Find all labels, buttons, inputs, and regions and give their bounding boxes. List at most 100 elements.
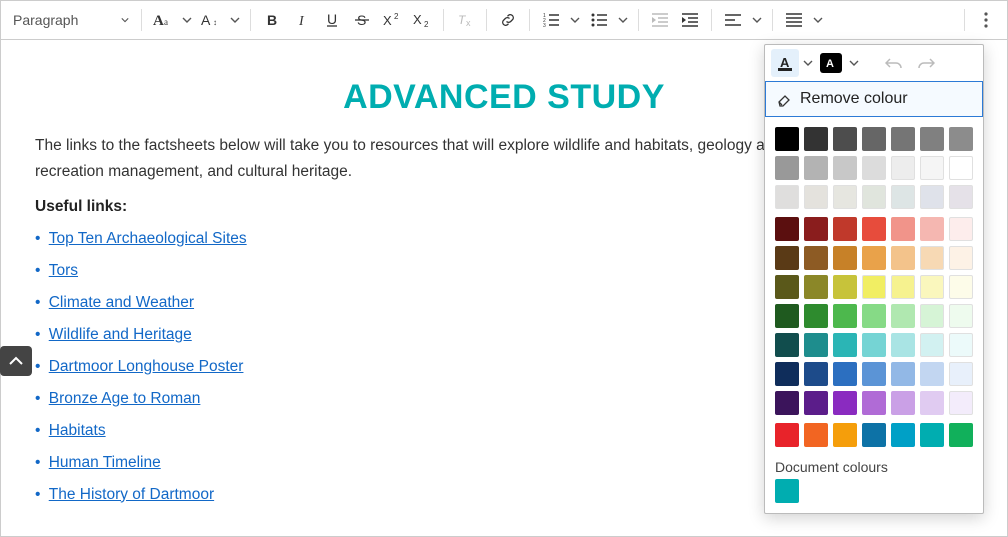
colour-swatch[interactable] (862, 127, 886, 151)
underline-button[interactable]: U (317, 6, 347, 34)
colour-swatch[interactable] (804, 246, 828, 270)
superscript-button[interactable]: X2 (377, 6, 407, 34)
colour-swatch[interactable] (891, 185, 915, 209)
colour-swatch[interactable] (833, 275, 857, 299)
colour-swatch[interactable] (920, 156, 944, 180)
colour-swatch[interactable] (862, 333, 886, 357)
line-height-dropdown[interactable] (809, 6, 827, 34)
colour-swatch[interactable] (949, 275, 973, 299)
colour-swatch[interactable] (775, 391, 799, 415)
remove-colour-button[interactable]: Remove colour (765, 81, 983, 117)
colour-swatch[interactable] (804, 127, 828, 151)
colour-swatch[interactable] (920, 217, 944, 241)
colour-swatch[interactable] (862, 217, 886, 241)
font-family-button[interactable]: A a (148, 6, 178, 34)
unordered-list-dropdown[interactable] (614, 6, 632, 34)
colour-swatch[interactable] (949, 391, 973, 415)
indent-button[interactable] (675, 6, 705, 34)
colour-swatch[interactable] (949, 246, 973, 270)
colour-swatch[interactable] (862, 391, 886, 415)
colour-swatch[interactable] (804, 185, 828, 209)
link[interactable]: Dartmoor Longhouse Poster (49, 358, 244, 375)
colour-swatch[interactable] (949, 185, 973, 209)
ordered-list-dropdown[interactable] (566, 6, 584, 34)
colour-swatch[interactable] (804, 156, 828, 180)
text-colour-button[interactable]: A (771, 49, 799, 77)
link[interactable]: Wildlife and Heritage (49, 326, 192, 343)
ordered-list-button[interactable]: 1 2 3 (536, 6, 566, 34)
colour-swatch[interactable] (949, 156, 973, 180)
font-family-dropdown[interactable] (178, 6, 196, 34)
colour-swatch[interactable] (891, 333, 915, 357)
colour-swatch[interactable] (804, 391, 828, 415)
text-colour-dropdown[interactable] (801, 60, 815, 66)
colour-swatch[interactable] (804, 217, 828, 241)
colour-swatch[interactable] (891, 246, 915, 270)
colour-swatch[interactable] (949, 217, 973, 241)
back-to-top-button[interactable] (0, 346, 32, 376)
link[interactable]: Habitats (49, 422, 106, 439)
colour-swatch[interactable] (833, 185, 857, 209)
unordered-list-button[interactable] (584, 6, 614, 34)
colour-swatch[interactable] (775, 275, 799, 299)
highlight-colour-button[interactable]: A (817, 49, 845, 77)
link[interactable]: Top Ten Archaeological Sites (49, 230, 247, 247)
colour-swatch[interactable] (775, 304, 799, 328)
colour-swatch[interactable] (862, 246, 886, 270)
colour-swatch[interactable] (833, 362, 857, 386)
align-button[interactable] (718, 6, 748, 34)
align-dropdown[interactable] (748, 6, 766, 34)
colour-swatch[interactable] (920, 304, 944, 328)
colour-swatch[interactable] (891, 275, 915, 299)
colour-swatch[interactable] (949, 304, 973, 328)
colour-swatch[interactable] (891, 217, 915, 241)
colour-swatch[interactable] (775, 362, 799, 386)
colour-swatch[interactable] (920, 275, 944, 299)
colour-swatch[interactable] (920, 127, 944, 151)
colour-swatch[interactable] (804, 275, 828, 299)
colour-swatch[interactable] (775, 246, 799, 270)
undo-button[interactable] (879, 49, 909, 77)
strikethrough-button[interactable]: S (347, 6, 377, 34)
colour-swatch[interactable] (891, 423, 915, 447)
paragraph-style-select[interactable]: Paragraph (7, 6, 135, 34)
colour-swatch[interactable] (804, 423, 828, 447)
colour-swatch[interactable] (949, 127, 973, 151)
link[interactable]: Human Timeline (49, 454, 161, 471)
colour-swatch[interactable] (862, 423, 886, 447)
subscript-button[interactable]: X2 (407, 6, 437, 34)
colour-swatch[interactable] (949, 333, 973, 357)
colour-swatch[interactable] (804, 304, 828, 328)
outdent-button[interactable] (645, 6, 675, 34)
colour-swatch[interactable] (862, 362, 886, 386)
link-button[interactable] (493, 6, 523, 34)
colour-swatch[interactable] (920, 423, 944, 447)
more-tools-button[interactable] (971, 5, 1001, 35)
colour-swatch[interactable] (833, 423, 857, 447)
colour-swatch[interactable] (833, 217, 857, 241)
link[interactable]: The History of Dartmoor (49, 486, 214, 503)
colour-swatch[interactable] (862, 304, 886, 328)
link[interactable]: Climate and Weather (49, 294, 194, 311)
colour-swatch[interactable] (775, 217, 799, 241)
link[interactable]: Bronze Age to Roman (49, 390, 201, 407)
clear-formatting-button[interactable]: Tx (450, 6, 480, 34)
colour-swatch[interactable] (775, 127, 799, 151)
colour-swatch[interactable] (833, 127, 857, 151)
colour-swatch[interactable] (775, 423, 799, 447)
bold-button[interactable]: B (257, 6, 287, 34)
colour-swatch[interactable] (833, 391, 857, 415)
colour-swatch[interactable] (920, 246, 944, 270)
colour-swatch[interactable] (775, 185, 799, 209)
colour-swatch[interactable] (804, 362, 828, 386)
colour-swatch[interactable] (920, 333, 944, 357)
highlight-colour-dropdown[interactable] (847, 60, 861, 66)
italic-button[interactable]: I (287, 6, 317, 34)
colour-swatch[interactable] (949, 423, 973, 447)
link[interactable]: Tors (49, 262, 78, 279)
colour-swatch[interactable] (862, 185, 886, 209)
colour-swatch[interactable] (862, 156, 886, 180)
colour-swatch[interactable] (833, 246, 857, 270)
colour-swatch[interactable] (891, 391, 915, 415)
colour-swatch[interactable] (891, 127, 915, 151)
